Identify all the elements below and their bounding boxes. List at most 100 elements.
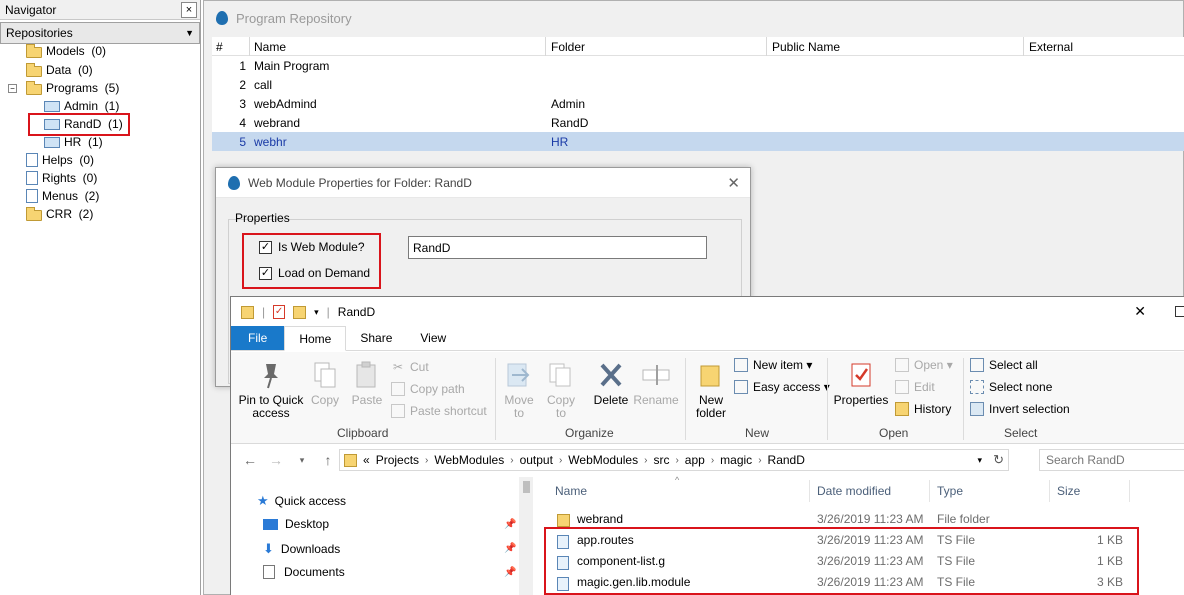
table-row[interactable]: 1 Main Program	[212, 56, 1184, 75]
tab-home[interactable]: Home	[284, 326, 347, 351]
ribbon-tabs: File Home Share View	[231, 326, 1184, 351]
breadcrumb-item[interactable]: output	[520, 453, 553, 467]
edit-button[interactable]: Edit	[895, 380, 935, 394]
copy-to-icon	[546, 360, 576, 390]
paste-shortcut-button[interactable]: Paste shortcut	[391, 404, 487, 418]
easy-access-button[interactable]: Easy access ▾	[734, 380, 830, 394]
recent-locations-chevron-icon[interactable]: ▾	[289, 455, 315, 466]
history-button[interactable]: History	[895, 402, 951, 416]
address-bar[interactable]: « Projects › WebModules › output › WebModul…	[339, 449, 1009, 471]
column-header-num[interactable]: #	[216, 40, 223, 54]
column-header-size[interactable]: Size	[1057, 484, 1080, 498]
breadcrumb-overflow[interactable]: «	[363, 453, 370, 467]
up-arrow-icon[interactable]: ↑	[315, 452, 341, 468]
navigator-close-button[interactable]: ×	[181, 1, 197, 18]
open-group-label: Open	[879, 426, 909, 440]
chevron-down-icon[interactable]: ▾	[314, 307, 319, 318]
row-folder: RandD	[551, 116, 589, 130]
repositories-combo[interactable]: Repositories ▼	[0, 22, 200, 44]
invert-selection-label: Invert selection	[989, 402, 1070, 416]
organize-group-label: Organize	[565, 426, 614, 440]
column-header-public-name[interactable]: Public Name	[772, 40, 840, 54]
sidebar-item-downloads[interactable]: ⬇ Downloads	[263, 541, 340, 557]
rename-button[interactable]: Rename	[633, 360, 679, 407]
navigation-scrollbar[interactable]	[519, 477, 533, 595]
titlebar-separator: |	[262, 305, 266, 319]
new-item-button[interactable]: New item ▾	[734, 358, 812, 372]
file-explorer-window: | ✓ ▾ | RandD ✕ File Home Share View Pin…	[230, 296, 1184, 595]
refresh-icon[interactable]: ↻	[993, 452, 1004, 468]
forward-arrow-icon[interactable]: →	[263, 452, 289, 468]
table-row[interactable]: 2 call	[212, 75, 1184, 94]
column-header-folder[interactable]: Folder	[551, 40, 585, 54]
sort-ascending-icon: ^	[675, 475, 680, 485]
breadcrumb-item[interactable]: WebModules	[434, 453, 504, 467]
column-header-name[interactable]: Name	[555, 484, 587, 498]
new-folder-button[interactable]: New folder	[691, 360, 731, 420]
new-item-icon	[734, 358, 748, 372]
back-arrow-icon[interactable]: ←	[237, 452, 263, 468]
address-dropdown-chevron-icon[interactable]: ▾	[977, 455, 982, 466]
close-icon[interactable]: ✕	[1134, 303, 1146, 320]
breadcrumb-item[interactable]: RandD	[768, 453, 805, 467]
tab-file[interactable]: File	[231, 326, 285, 350]
programs-icon	[26, 80, 42, 95]
explorer-titlebar: | ✓ ▾ | RandD ✕	[231, 297, 1184, 327]
move-to-button[interactable]: Move to	[501, 360, 537, 420]
sidebar-item-desktop[interactable]: Desktop	[263, 517, 329, 531]
breadcrumb-item[interactable]: src	[653, 453, 669, 467]
properties-check-icon[interactable]: ✓	[273, 305, 286, 319]
cut-button[interactable]: ✂ Cut	[391, 360, 429, 374]
paste-button[interactable]: Paste	[349, 360, 385, 407]
tree-item-helps[interactable]: Helps (0)	[26, 151, 94, 169]
select-all-label: Select all	[989, 358, 1038, 372]
invert-selection-icon	[970, 402, 984, 416]
sidebar-item-quick-access[interactable]: ★ Quick access	[257, 493, 346, 509]
collapse-icon[interactable]: −	[8, 84, 17, 93]
maximize-icon[interactable]	[1175, 306, 1184, 317]
breadcrumb-separator-icon: ›	[675, 454, 679, 466]
table-row-selected[interactable]: 5 webhr HR	[212, 132, 1184, 151]
invert-selection-button[interactable]: Invert selection	[970, 402, 1070, 416]
tab-share[interactable]: Share	[346, 326, 406, 350]
tree-item-rights[interactable]: Rights (0)	[26, 169, 97, 187]
scroll-up-arrow-icon[interactable]	[523, 481, 530, 493]
breadcrumb-item[interactable]: WebModules	[568, 453, 638, 467]
tab-view[interactable]: View	[406, 326, 460, 350]
ribbon-home: Pin to Quick access Copy Paste ✂ Cut Cop…	[231, 352, 1184, 444]
pin-icon[interactable]: 📌	[504, 567, 516, 578]
open-button[interactable]: Open ▾	[895, 358, 953, 372]
tree-item-models[interactable]: Models (0)	[26, 42, 106, 60]
copy-button[interactable]: Copy	[307, 360, 343, 407]
tree-item-crr[interactable]: CRR (2)	[26, 205, 93, 223]
tree-item-menus[interactable]: Menus (2)	[26, 187, 99, 205]
pin-icon[interactable]: 📌	[504, 519, 516, 530]
tree-item-programs[interactable]: Programs (5)	[26, 79, 119, 97]
tree-item-data[interactable]: Data (0)	[26, 61, 93, 79]
sidebar-item-documents[interactable]: Documents	[263, 565, 345, 579]
folder-icon[interactable]	[241, 305, 254, 319]
dialog-close-button[interactable]: ✕	[727, 174, 740, 192]
pin-to-quick-access-button[interactable]: Pin to Quick access	[235, 360, 307, 420]
properties-button[interactable]: Properties	[833, 360, 889, 407]
copy-path-button[interactable]: Copy path	[391, 382, 465, 396]
breadcrumb-item[interactable]: magic	[720, 453, 752, 467]
table-row[interactable]: 4 webrand RandD	[212, 113, 1184, 132]
select-none-button[interactable]: Select none	[970, 380, 1052, 394]
breadcrumb-item[interactable]: app	[685, 453, 705, 467]
search-input[interactable]: Search RandD	[1039, 449, 1184, 471]
module-name-input[interactable]: RandD	[408, 236, 707, 259]
group-divider	[827, 358, 828, 440]
breadcrumb-item[interactable]: Projects	[376, 453, 419, 467]
table-row[interactable]: 3 webAdmind Admin	[212, 94, 1184, 113]
column-header-external[interactable]: External	[1029, 40, 1073, 54]
delete-button[interactable]: Delete	[591, 360, 631, 407]
column-header-type[interactable]: Type	[937, 484, 963, 498]
copy-to-button[interactable]: Copy to	[543, 360, 579, 420]
column-header-date[interactable]: Date modified	[817, 484, 891, 498]
select-all-button[interactable]: Select all	[970, 358, 1038, 372]
column-header-name[interactable]: Name	[254, 40, 286, 54]
move-to-label: Move to	[504, 393, 534, 420]
new-folder-icon[interactable]	[293, 305, 307, 319]
pin-icon[interactable]: 📌	[504, 543, 516, 554]
